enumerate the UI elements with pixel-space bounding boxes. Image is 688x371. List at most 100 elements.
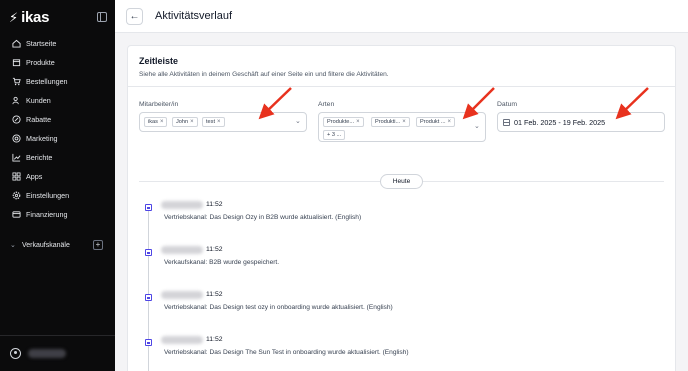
card-title: Zeitleiste	[139, 56, 179, 66]
chevron-down-icon: ⌄	[474, 123, 480, 130]
staff-name-redacted	[161, 201, 203, 209]
staff-name-redacted	[161, 291, 203, 299]
chip-remove-icon[interactable]: ×	[448, 118, 452, 126]
sidebar-collapse-icon[interactable]	[97, 12, 107, 22]
save-icon	[145, 204, 152, 211]
date-filter-label: Datum	[497, 101, 518, 108]
add-sales-channel-button[interactable]: +	[93, 240, 103, 250]
sidebar-item-label: Finanzierung	[26, 210, 68, 219]
staff-name-redacted	[161, 246, 203, 254]
activity-text: Vertriebskanal: Das Design Ozy in B2B wu…	[164, 214, 362, 221]
sidebar-item-rabatte[interactable]: Rabatte	[0, 110, 115, 129]
finance-icon	[12, 210, 21, 219]
sidebar-item-produkte[interactable]: Produkte	[0, 53, 115, 72]
sidebar-item-finanzierung[interactable]: Finanzierung	[0, 205, 115, 224]
chip-label: John	[176, 119, 189, 125]
discount-icon	[12, 115, 21, 124]
date-range-picker[interactable]: 01 Feb. 2025 - 19 Feb. 2025	[497, 112, 665, 132]
page-title: Aktivitätsverlauf	[155, 10, 233, 22]
sidebar: ⚡︎ ikas Startseite Produkte Bestellungen…	[0, 0, 115, 371]
home-icon	[12, 39, 21, 48]
target-icon	[12, 134, 21, 143]
users-icon	[12, 96, 21, 105]
save-icon	[145, 249, 152, 256]
staff-chip: ikas ×	[144, 117, 168, 127]
types-filter-select[interactable]: Produkte... × Produkti... × Produkt ... × +…	[318, 112, 486, 142]
chevron-down-icon: ⌄	[10, 242, 16, 249]
gear-icon	[12, 191, 21, 200]
sidebar-item-label: Rabatte	[26, 115, 52, 124]
sidebar-item-label: Berichte	[26, 153, 53, 162]
activity-text: Vertriebskanal: Das Design The Sun Test …	[164, 349, 409, 356]
activity-time: 11:52	[206, 246, 223, 253]
chip-label: Produkt ...	[420, 119, 446, 125]
timeline-item: 11:52 Verkaufskanal: B2B wurde gespeiche…	[128, 246, 675, 286]
staff-chip: John ×	[172, 117, 198, 127]
timeline-item: 11:52 Vertriebskanal: Das Design test oz…	[128, 291, 675, 331]
sidebar-item-label: Produkte	[26, 58, 55, 67]
back-button[interactable]: ←	[126, 8, 143, 25]
cart-icon	[12, 77, 21, 86]
chip-label: ikas	[148, 119, 158, 125]
activity-text: Verkaufskanal: B2B wurde gespeichert.	[164, 259, 280, 266]
staff-chip: test ×	[202, 117, 225, 127]
chip-label: + 3 ...	[327, 132, 342, 138]
sidebar-sales-channels[interactable]: ⌄ Verkaufskanäle +	[0, 237, 115, 253]
user-menu[interactable]	[0, 335, 115, 371]
calendar-icon	[503, 119, 510, 126]
sidebar-item-label: Marketing	[26, 134, 58, 143]
chip-remove-icon[interactable]: ×	[217, 118, 221, 126]
types-filter-label: Arten	[318, 101, 335, 108]
chip-remove-icon[interactable]: ×	[160, 118, 164, 126]
sidebar-item-bestellungen[interactable]: Bestellungen	[0, 72, 115, 91]
card-header: Zeitleiste Siehe alle Aktivitäten in dei…	[128, 46, 675, 87]
chip-remove-icon[interactable]: ×	[190, 118, 194, 126]
user-icon	[10, 348, 21, 359]
save-icon	[145, 294, 152, 301]
chip-label: test	[206, 119, 216, 125]
sidebar-item-label: Einstellungen	[26, 191, 70, 200]
card-subtitle: Siehe alle Aktivitäten in deinem Geschäf…	[139, 71, 389, 78]
date-range-value: 01 Feb. 2025 - 19 Feb. 2025	[514, 118, 606, 127]
logo-text: ikas	[21, 9, 50, 26]
page-header: ← Aktivitätsverlauf	[115, 0, 688, 33]
sidebar-item-label: Kunden	[26, 96, 51, 105]
main-nav: Startseite Produkte Bestellungen Kunden …	[0, 34, 115, 224]
chip-label: Produkte...	[327, 119, 355, 125]
box-icon	[12, 58, 21, 67]
timeline-item: 11:52 Vertriebskanal: Das Design Ozy in …	[128, 201, 675, 241]
chip-remove-icon[interactable]: ×	[356, 118, 360, 126]
more-types-chip[interactable]: + 3 ...	[323, 130, 346, 140]
sidebar-item-apps[interactable]: Apps	[0, 167, 115, 186]
sidebar-item-marketing[interactable]: Marketing	[0, 129, 115, 148]
type-chip: Produkt ... ×	[416, 117, 456, 127]
chart-icon	[12, 153, 21, 162]
staff-filter-select[interactable]: ikas × John × test × ⌄	[139, 112, 307, 132]
sidebar-item-einstellungen[interactable]: Einstellungen	[0, 186, 115, 205]
chip-label: Produkti...	[375, 119, 401, 125]
today-label: Heute	[380, 174, 423, 189]
sidebar-item-label: Startseite	[26, 39, 57, 48]
apps-icon	[12, 172, 21, 181]
sidebar-item-startseite[interactable]: Startseite	[0, 34, 115, 53]
bolt-icon: ⚡︎	[9, 9, 19, 25]
activity-time: 11:52	[206, 336, 223, 343]
timeline-item: 11:52 Vertriebskanal: Das Design The Sun…	[128, 336, 675, 371]
activity-time: 11:52	[206, 291, 223, 298]
sidebar-item-label: Apps	[26, 172, 43, 181]
ikas-logo[interactable]: ⚡︎ ikas	[9, 9, 49, 26]
user-name-redacted	[28, 349, 66, 358]
type-chip: Produkti... ×	[371, 117, 410, 127]
save-icon	[145, 339, 152, 346]
timeline-card: Zeitleiste Siehe alle Aktivitäten in dei…	[127, 45, 676, 371]
sidebar-item-label: Bestellungen	[26, 77, 68, 86]
sidebar-item-kunden[interactable]: Kunden	[0, 91, 115, 110]
staff-filter-label: Mitarbeiter/in	[139, 101, 179, 108]
type-chip: Produkte... ×	[323, 117, 364, 127]
chip-remove-icon[interactable]: ×	[402, 118, 406, 126]
staff-name-redacted	[161, 336, 203, 344]
sidebar-item-berichte[interactable]: Berichte	[0, 148, 115, 167]
sales-channels-label: Verkaufskanäle	[22, 241, 70, 249]
activity-text: Vertriebskanal: Das Design test ozy in o…	[164, 304, 393, 311]
activity-time: 11:52	[206, 201, 223, 208]
